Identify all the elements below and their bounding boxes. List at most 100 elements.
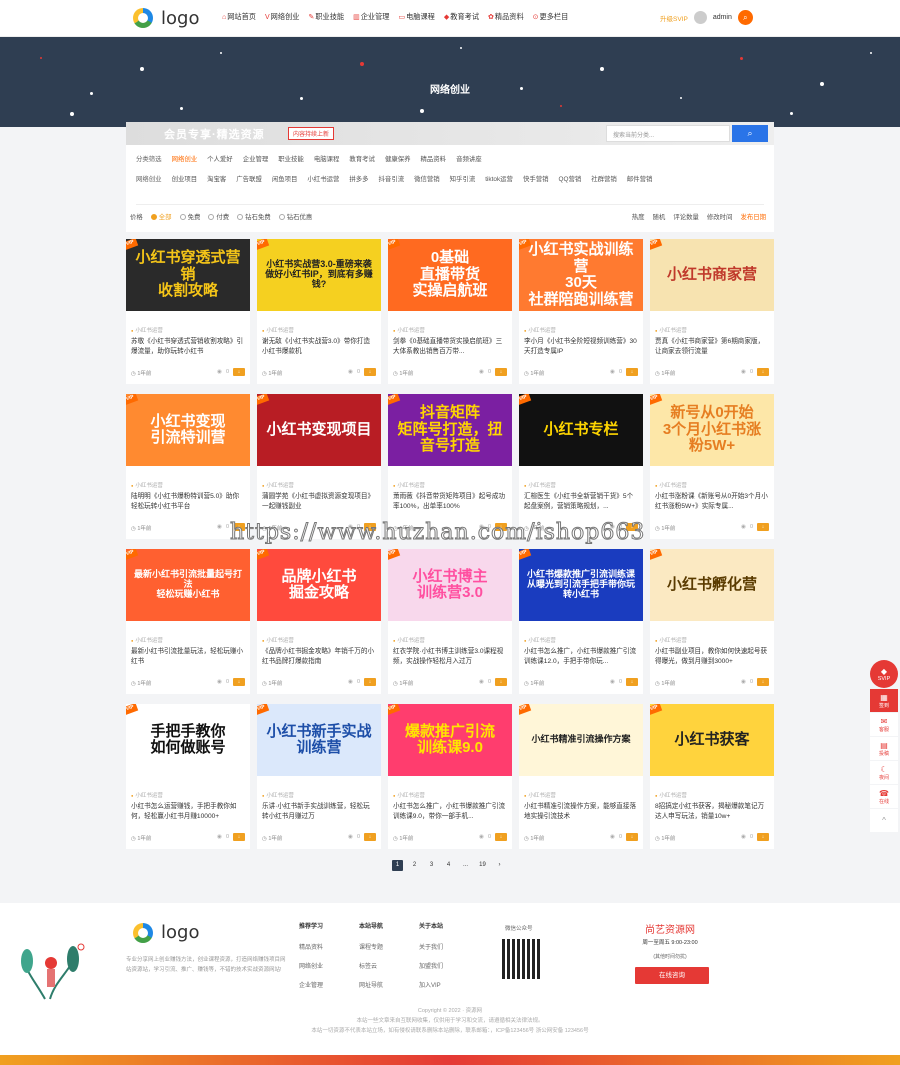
post-thumbnail[interactable]: 小红书精准引流操作方案 VIP [519,704,643,776]
post-thumbnail[interactable]: 爆款推广引流 训练课9.0 VIP [388,704,512,776]
post-thumbnail[interactable]: 小红书专栏 VIP [519,394,643,466]
doc-tool[interactable]: ▤ 投稿 [870,737,898,760]
moon-tool[interactable]: ☾ 夜间 [870,761,898,784]
post-category[interactable]: 小红书运营 [131,481,163,489]
post-category[interactable]: 小红书运营 [524,636,556,644]
vip-upgrade-link[interactable]: 升级SVIP [660,13,688,23]
footer-link[interactable]: 课程专题 [359,942,383,951]
post-category[interactable]: 小红书运营 [262,791,294,799]
post-card[interactable]: 小红书商家营 VIP 小红书运营贾真《小红书商家营》第6期商家版，让商家去领行流量 ◷… [650,239,774,384]
post-title[interactable]: 贾真《小红书商家营》第6期商家版，让商家去领行流量 [655,337,769,357]
post-card[interactable]: 品牌小红书 掘金攻略 VIP 小红书运营《品牌小红书掘金攻略》年销千万的小红书品牌打… [257,549,381,694]
post-thumbnail[interactable]: 品牌小红书 掘金攻略 VIP [257,549,381,621]
post-title[interactable]: 蒲圆学苑《小红书虚拟资源变现项目》一起赚钱副业 [262,492,376,512]
filter-option[interactable]: 个人爱好 [207,154,233,163]
sort-option[interactable]: 发布日期 [740,212,766,221]
post-title[interactable]: 乐讲·小红书新手实战训练营，轻松玩转小红书月赚过万 [262,802,376,822]
filter-option[interactable]: 邮件营销 [627,174,653,183]
post-category[interactable]: 小红书运营 [655,791,687,799]
post-thumbnail[interactable]: 小红书商家营 VIP [650,239,774,311]
price-option[interactable]: 全部 [150,212,172,221]
search-icon[interactable]: ⌕ [737,10,753,25]
post-title[interactable]: 谢无敌《小红书实战营3.0》带你打造小红书爆款机 [262,337,376,357]
footer-link[interactable]: 精品资料 [299,942,323,951]
filter-option[interactable]: 职业技能 [278,154,304,163]
sort-option[interactable]: 随机 [653,212,666,221]
sort-option[interactable]: 评论数量 [673,212,699,221]
post-category[interactable]: 小红书运营 [524,481,556,489]
post-card[interactable]: 小红书实战训练营 30天 社群陪跑训练营VIP 小红书运营李小月《小红书全阶短视频… [519,239,643,384]
post-category[interactable]: 小红书运营 [524,791,556,799]
username[interactable]: admin [713,14,732,21]
post-card[interactable]: 新号从0开始 3个月小红书涨粉5W+VIP 小红书运营小红书涨粉课《新账号从0开始… [650,394,774,539]
post-thumbnail[interactable]: 小红书变现 引流特训营 VIP [126,394,250,466]
post-title[interactable]: 8招搞定小红书获客，揭秘爆款笔记万达人申写玩法，销量10w+ [655,802,769,822]
post-card[interactable]: 爆款推广引流 训练课9.0VIP 小红书运营小红书怎么推广，小红书爆款推广引流训练… [388,704,512,849]
post-title[interactable]: 小红书怎么推广，小红书爆款推广引流训练课9.0，带你一部手机... [393,802,507,822]
footer-link[interactable]: 网址导航 [359,980,383,989]
post-title[interactable]: 小红书涨粉课《新账号从0开始3个月小红书涨粉5W+》实际专属... [655,492,769,512]
post-card[interactable]: 小红书变现项目VIP小红书运营蒲圆学苑《小红书虚拟资源变现项目》一起赚钱副业◷ … [257,394,381,539]
post-card[interactable]: 小红书博主 训练营3.0 VIP 小红书运营红衣学院·小红书博主训练营3.0课程视频… [388,549,512,694]
post-title[interactable]: 李小月《小红书全阶短视频训练营》30天打造专属IP [524,337,638,357]
filter-option[interactable]: 精品资料 [421,154,447,163]
price-option[interactable]: 付费 [208,212,229,221]
footer-link[interactable]: 企业管理 [299,980,323,989]
post-thumbnail[interactable]: 小红书穿透式营销 收割攻略 VIP [126,239,250,311]
post-thumbnail[interactable]: 抖音矩阵 矩阵号打造，扭音号打造 VIP [388,394,512,466]
filter-option[interactable]: 微信营销 [414,174,440,183]
post-category[interactable]: 小红书运营 [262,636,294,644]
nav-item-1[interactable]: V 网络创业 [265,12,299,22]
post-title[interactable]: 剑拳《0基础直播带货实操启航班》三大体系教出销售百万带... [393,337,507,357]
nav-item-4[interactable]: ▭ 电脑课程 [398,12,434,22]
post-card[interactable]: 小红书获客 VIP 小红书运营 8招搞定小红书获客，揭秘爆款笔记万达人申写玩法，销量1… [650,704,774,849]
post-card[interactable]: 最新小红书引流批量起号打法 轻松玩赚小红书 VIP 小红书运营最新小红书引流批量玩法… [126,549,250,694]
filter-option[interactable]: 健康保养 [385,154,411,163]
post-title[interactable]: 苏敬《小红书穿透式营销收割攻略》引爆流量，助你玩转小红书 [131,337,245,357]
post-category[interactable]: 小红书运营 [131,326,163,334]
nav-item-7[interactable]: ⊙ 更多栏目 [533,12,569,22]
post-title[interactable]: 小红书精准引流操作方案，能够直接落地实操引流技术 [524,802,638,822]
up-tool[interactable]: ^ [870,809,898,832]
post-card[interactable]: 小红书新手实战训练营 VIP 小红书运营乐讲·小红书新手实战训练营，轻松玩转小红书月… [257,704,381,849]
footer-link[interactable]: 网络创业 [299,961,323,970]
search-button[interactable]: ⌕ [732,125,768,142]
post-category[interactable]: 小红书运营 [655,326,687,334]
post-thumbnail[interactable]: 手把手教你 如何做账号 VIP [126,704,250,776]
footer-link[interactable]: 加入VIP [419,980,443,989]
post-card[interactable]: 小红书专栏 VIP 小红书运营汇楦医生《小红书全新营销干货》5个起盘案例，营销策略规… [519,394,643,539]
post-category[interactable]: 小红书运营 [393,636,425,644]
nav-item-6[interactable]: ✿ 精品资料 [488,12,524,22]
footer-link[interactable]: 关于我们 [419,942,443,951]
post-title[interactable]: 萧雨薇《抖音带货矩阵项目》起号成功率100%，出单率100% [393,492,507,512]
post-thumbnail[interactable]: 新号从0开始 3个月小红书涨粉5W+ VIP [650,394,774,466]
post-thumbnail[interactable]: 小红书获客 VIP [650,704,774,776]
nav-item-3[interactable]: ▥ 企业管理 [353,12,389,22]
sort-option[interactable]: 热度 [632,212,645,221]
post-thumbnail[interactable]: 最新小红书引流批量起号打法 轻松玩赚小红书 VIP [126,549,250,621]
filter-option[interactable]: 闲鱼项目 [272,174,298,183]
post-card[interactable]: 0基础 直播带货 实操启航班 VIP 小红书运营剑拳《0基础直播带货实操启航班》三大… [388,239,512,384]
post-card[interactable]: 小红书精准引流操作方案 VIP 小红书运营小红书精准引流操作方案，能够直接落地实操引… [519,704,643,849]
post-title[interactable]: 《品牌小红书掘金攻略》年销千万的小红书品牌打爆款指南 [262,647,376,667]
post-card[interactable]: 小红书实战营3.0-重磅来袭 做好小红书IP，到底有多赚钱? VIP 小红书运营谢无… [257,239,381,384]
post-card[interactable]: 小红书穿透式营销 收割攻略VIP 小红书运营苏敬《小红书穿透式营销收割攻略》引爆流… [126,239,250,384]
post-category[interactable]: 小红书运营 [131,791,163,799]
diamond-tool[interactable]: ◆ SVIP [870,660,898,688]
bell-tool[interactable]: ✉ 客服 [870,713,898,736]
page-...[interactable]: ... [460,860,471,871]
post-thumbnail[interactable]: 小红书孵化营 VIP [650,549,774,621]
price-option[interactable]: 钻石免费 [237,212,271,221]
post-thumbnail[interactable]: 小红书新手实战训练营 VIP [257,704,381,776]
post-thumbnail[interactable]: 小红书爆款推广引流训练课 从曝光到引流手把手带你玩转小红书 VIP [519,549,643,621]
post-thumbnail[interactable]: 0基础 直播带货 实操启航班 VIP [388,239,512,311]
page-19[interactable]: 19 [477,860,488,871]
filter-option[interactable]: QQ营销 [559,174,582,183]
post-thumbnail[interactable]: 小红书实战营3.0-重磅来袭 做好小红书IP，到底有多赚钱? VIP [257,239,381,311]
category-search-input[interactable]: 搜索当前分类... [606,125,730,142]
page-1[interactable]: 1 [392,860,403,871]
footer-link[interactable]: 标签云 [359,961,383,970]
filter-option[interactable]: tiktok运营 [485,174,513,183]
filter-option[interactable]: 教育考试 [349,154,375,163]
post-category[interactable]: 小红书运营 [131,636,163,644]
